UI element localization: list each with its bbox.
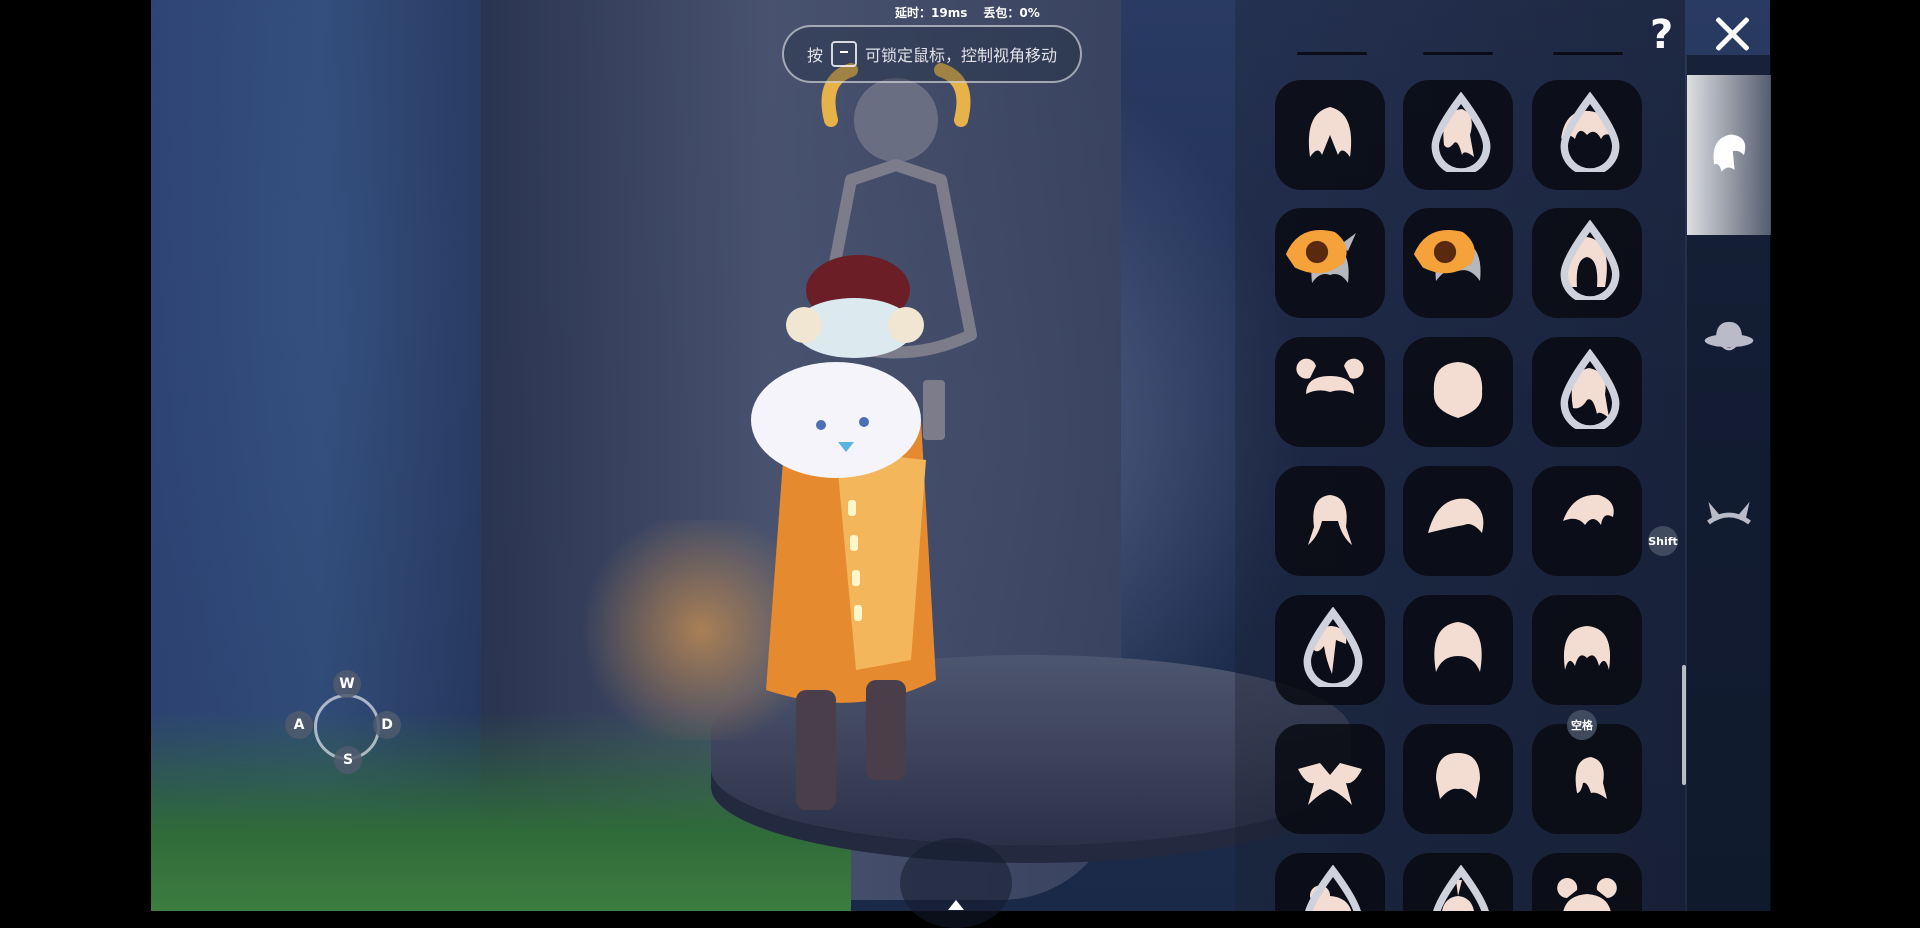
hair-item-slot[interactable] [1403,466,1513,576]
hair-item-slot[interactable] [1403,208,1513,318]
season-candle-icon [1413,230,1475,274]
tab-hair[interactable] [1687,75,1771,235]
hair-item-slot[interactable] [1403,80,1513,190]
space-key-chip: 空格 [1567,710,1597,740]
hair-item-slot[interactable] [1403,595,1513,705]
hair-swoop-icon [1428,498,1484,533]
tab-hat[interactable] [1687,275,1771,395]
close-icon[interactable] [1712,14,1752,54]
hair-item-slot[interactable] [1532,853,1642,911]
hair-lion-icon [1433,362,1483,418]
hair-item-slot[interactable] [1403,724,1513,834]
network-info: 延时：19ms 丢包：0% [895,4,1040,21]
water-drop-icon [1303,607,1363,687]
player-character [751,255,936,810]
hair-item-slot[interactable] [1403,853,1513,911]
key-d[interactable]: D [373,711,401,739]
hair-item-slot[interactable] [1275,337,1385,447]
hair-short-tuft-icon [1575,757,1607,799]
water-drop-icon [1560,92,1620,172]
category-sidebar [1686,55,1771,911]
hair-pigtails-icon [1308,495,1352,545]
season-candle-icon [1285,230,1347,274]
mouse-lock-hint: 按 可锁定鼠标，控制视角移动 [782,25,1082,83]
hair-double-buns-icon [1296,358,1364,394]
water-drop-icon [1560,349,1620,429]
chevron-up-icon[interactable] [948,900,964,910]
hair-item-slot[interactable] [1275,208,1385,318]
key-s[interactable]: S [334,746,362,774]
hair-wings-icon [1298,763,1362,805]
hair-item-slot[interactable] [1275,466,1385,576]
shift-key-chip: Shift [1648,526,1678,556]
horns-icon [1707,501,1751,525]
hair-bear-ears-icon [1557,878,1617,911]
tab-horns[interactable] [1687,455,1771,575]
water-drop-icon [1560,220,1620,300]
grid-top-edge [1275,52,1675,58]
bottom-drawer-handle[interactable] [900,838,1012,928]
hair-wavy-long-icon [1563,626,1611,670]
hair-long-straight-icon [1308,107,1352,157]
water-drop-icon [1433,865,1489,911]
hat-icon [1704,321,1754,351]
wasd-movement-control[interactable]: W A D S [280,670,401,780]
hair-item-slot[interactable] [1275,80,1385,190]
key-icon [831,41,857,67]
hair-item-slot[interactable] [1532,337,1642,447]
hair-item-slot[interactable] [1275,853,1385,911]
packet-loss-label: 丢包：0% [983,6,1040,20]
hair-item-grid[interactable] [1275,80,1675,911]
hint-text: 可锁定鼠标，控制视角移动 [865,46,1058,65]
water-drop-icon [1305,865,1361,911]
hair-icon [1713,134,1746,172]
hair-spiky-icon [1563,494,1614,525]
hair-bonnet-icon [1434,622,1482,672]
hair-item-slot[interactable] [1532,595,1642,705]
water-drop-icon [1431,92,1491,172]
help-button[interactable]: ? [1650,12,1673,58]
key-a[interactable]: A [285,711,313,739]
key-w[interactable]: W [333,670,361,698]
hint-prefix: 按 [806,46,823,65]
latency-label: 延时：19ms [895,6,968,20]
hair-item-slot[interactable] [1403,337,1513,447]
hair-item-slot[interactable] [1275,724,1385,834]
hair-item-slot[interactable] [1532,80,1642,190]
hair-item-slot[interactable] [1532,466,1642,576]
hair-item-slot[interactable] [1532,724,1642,834]
hair-item-slot[interactable] [1275,595,1385,705]
hair-item-slot[interactable] [1532,208,1642,318]
hair-beanie-icon [1436,753,1480,799]
